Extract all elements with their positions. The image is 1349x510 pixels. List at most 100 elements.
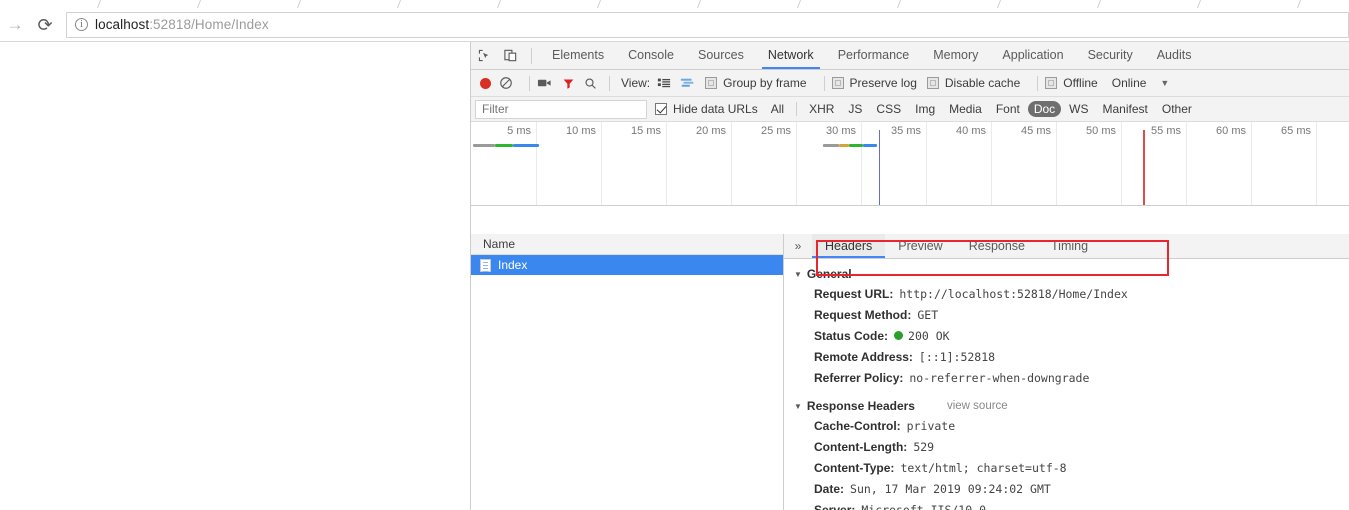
tab-performance[interactable]: Performance [826, 42, 922, 69]
preserve-log-checkbox[interactable]: Preserve log [832, 76, 917, 90]
tab-application[interactable]: Application [990, 42, 1075, 69]
filter-chip-other[interactable]: Other [1156, 101, 1198, 117]
section-general-header[interactable]: ▼ General [788, 265, 1349, 283]
header-key: Content-Type: [814, 461, 894, 475]
address-bar-url: localhost:52818/Home/Index [95, 17, 269, 32]
tab-audits[interactable]: Audits [1145, 42, 1204, 69]
search-icon[interactable] [584, 77, 597, 90]
filter-chip-js[interactable]: JS [842, 101, 868, 117]
column-header-name[interactable]: Name [471, 234, 783, 255]
filter-chip-xhr[interactable]: XHR [803, 101, 840, 117]
section-response-headers-header[interactable]: ▼ Response Headers view source [788, 397, 1349, 415]
triangle-down-icon[interactable]: ▼ [794, 402, 802, 411]
load-event-marker [1143, 130, 1145, 205]
network-timeline-overview[interactable]: 5 ms 10 ms 15 ms 20 ms 25 ms 30 ms 35 ms… [471, 122, 1349, 206]
tab-network[interactable]: Network [756, 42, 826, 69]
timeline-bar-segment [863, 144, 877, 147]
reload-icon[interactable]: ⟳ [30, 10, 60, 40]
tab-sources[interactable]: Sources [686, 42, 756, 69]
view-source-link[interactable]: view source [947, 400, 1008, 412]
offline-label: Offline [1063, 76, 1097, 90]
header-value: 200 OK [908, 329, 950, 343]
filter-input[interactable] [475, 100, 647, 119]
timeline-tick: 5 ms [507, 125, 536, 137]
hide-data-urls-checkbox[interactable]: Hide data URLs [655, 102, 758, 116]
timeline-bar-segment [513, 144, 539, 147]
filter-chip-manifest[interactable]: Manifest [1097, 101, 1154, 117]
header-row: Request Method: GET [788, 304, 1349, 325]
list-view-icon[interactable] [657, 77, 671, 89]
tab-memory[interactable]: Memory [921, 42, 990, 69]
throttling-value[interactable]: Online [1112, 76, 1147, 90]
header-value: Sun, 17 Mar 2019 09:24:02 GMT [850, 482, 1051, 496]
timeline-bar-segment [823, 144, 839, 147]
record-stop-icon[interactable] [480, 78, 491, 89]
device-toolbar-icon[interactable] [497, 43, 523, 69]
tab-preview[interactable]: Preview [885, 234, 955, 258]
filter-chip-all[interactable]: All [765, 101, 790, 117]
browser-tab[interactable] [296, 0, 399, 8]
group-by-frame-checkbox[interactable]: Group by frame [705, 76, 806, 90]
header-key: Remote Address: [814, 350, 913, 364]
tab-headers[interactable]: Headers [812, 234, 885, 258]
forward-arrow-icon[interactable]: → [0, 10, 30, 40]
browser-tab[interactable] [96, 0, 199, 8]
checkbox-box [1045, 77, 1057, 89]
checkbox-box [927, 77, 939, 89]
browser-tab[interactable] [496, 0, 599, 8]
timeline-tick: 45 ms [1021, 125, 1056, 137]
browser-tab[interactable] [996, 0, 1099, 8]
header-key: Referrer Policy: [814, 371, 903, 385]
overflow-chevron-icon[interactable]: » [790, 239, 806, 253]
filter-chip-doc[interactable]: Doc [1028, 101, 1061, 117]
tab-response[interactable]: Response [956, 234, 1038, 258]
address-bar[interactable]: i localhost:52818/Home/Index [66, 12, 1349, 38]
tab-console[interactable]: Console [616, 42, 686, 69]
request-detail-tabbar: » Headers Preview Response Timing [784, 234, 1349, 259]
filter-chip-font[interactable]: Font [990, 101, 1026, 117]
timeline-tick: 50 ms [1086, 125, 1121, 137]
group-by-frame-label: Group by frame [723, 76, 806, 90]
headers-content: ▼ General Request URL: http://localhost:… [784, 259, 1349, 510]
browser-tab[interactable] [596, 0, 699, 8]
header-row: Date: Sun, 17 Mar 2019 09:24:02 GMT [788, 478, 1349, 499]
filter-chip-media[interactable]: Media [943, 101, 988, 117]
browser-tabstrip[interactable] [0, 0, 1349, 8]
status-ok-icon [894, 331, 903, 340]
waterfall-view-icon[interactable] [680, 77, 696, 89]
inspect-element-icon[interactable] [471, 43, 497, 69]
chevron-down-icon[interactable]: ▼ [1160, 78, 1169, 88]
camera-icon[interactable] [537, 77, 552, 89]
tab-elements[interactable]: Elements [540, 42, 616, 69]
timeline-tick: 20 ms [696, 125, 731, 137]
table-row[interactable]: Index [471, 255, 783, 275]
browser-tab[interactable] [1196, 0, 1299, 8]
triangle-down-icon[interactable]: ▼ [794, 270, 802, 279]
tab-timing[interactable]: Timing [1038, 234, 1101, 258]
timeline-tick: 30 ms [826, 125, 861, 137]
timeline-tick: 15 ms [631, 125, 666, 137]
filter-chip-ws[interactable]: WS [1063, 101, 1094, 117]
toolbar-divider [1037, 76, 1038, 91]
disable-cache-checkbox[interactable]: Disable cache [927, 76, 1020, 90]
header-key: Request Method: [814, 308, 911, 322]
dom-content-loaded-marker [879, 130, 880, 205]
header-row: Referrer Policy: no-referrer-when-downgr… [788, 367, 1349, 388]
filter-chip-css[interactable]: CSS [870, 101, 907, 117]
tab-security[interactable]: Security [1076, 42, 1145, 69]
funnel-icon[interactable] [562, 77, 575, 90]
offline-checkbox[interactable]: Offline [1045, 76, 1097, 90]
filter-chip-img[interactable]: Img [909, 101, 941, 117]
header-value: Microsoft-IIS/10.0 [861, 503, 986, 510]
clear-icon[interactable] [499, 76, 513, 90]
browser-tab[interactable] [696, 0, 799, 8]
browser-tab[interactable] [1096, 0, 1199, 8]
timeline-tick: 10 ms [566, 125, 601, 137]
info-icon[interactable]: i [75, 18, 88, 31]
browser-tab[interactable] [1296, 0, 1349, 8]
browser-tab[interactable] [796, 0, 899, 8]
browser-tab[interactable] [396, 0, 499, 8]
browser-tab[interactable] [196, 0, 299, 8]
toolbar-divider [529, 76, 530, 91]
browser-tab[interactable] [896, 0, 999, 8]
